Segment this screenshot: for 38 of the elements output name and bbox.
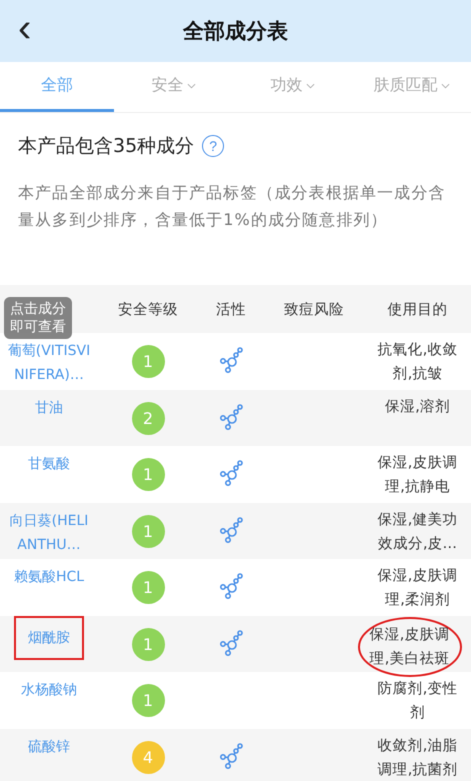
ingredient-link[interactable]: 烟酰胺 — [16, 618, 82, 658]
filter-tab[interactable]: 功效 — [233, 62, 352, 112]
ingredient-note: 本产品全部成分来自于产品标签（成分表根据单一成分含量从多到少排序，含量低于1%的成分随意排列） — [18, 182, 446, 231]
filter-tab[interactable]: 安全 — [114, 62, 233, 112]
safety-level-dot: 4 — [132, 740, 164, 774]
page-title: 全部成分表 — [183, 18, 288, 45]
hint-tooltip: 点击成分即可查看 — [4, 297, 72, 339]
ingredient-count: 本产品包含35种成分 — [18, 134, 194, 159]
usage-purpose: 保湿,健美功效成分,皮… — [376, 510, 458, 554]
safety-level-dot: 1 — [132, 458, 164, 491]
column-header: 致痘风险 — [284, 300, 344, 318]
safety-level-dot: 1 — [132, 628, 164, 660]
safety-level-dot: 2 — [132, 402, 164, 434]
ingredient-link[interactable]: 赖氨酸HCL — [8, 565, 90, 589]
ingredient-link[interactable]: 甘氨酸 — [22, 452, 76, 476]
column-header: 活性 — [216, 300, 246, 318]
usage-purpose: 抗氧化,收敛剂,抗皱 — [376, 341, 458, 384]
ingredient-link[interactable]: 水杨酸钠 — [15, 678, 83, 702]
usage-purpose: 保湿,皮肤调理,抗静电 — [376, 454, 458, 497]
usage-purpose: 保湿,皮肤调理,美白祛斑 — [358, 616, 462, 676]
safety-level-dot: 1 — [132, 345, 164, 378]
ingredient-link[interactable]: 硫酸锌 — [22, 734, 76, 758]
filter-tab[interactable]: 肤质匹配 — [352, 62, 471, 112]
safety-level-dot: 1 — [132, 571, 164, 604]
usage-purpose: 保湿,皮肤调理,柔润剂 — [376, 567, 458, 610]
help-button[interactable]: ? — [202, 135, 224, 157]
ingredient-link[interactable]: 向日葵(HELIANTHU… — [0, 508, 98, 556]
usage-purpose: 保湿,溶剂 — [384, 398, 451, 416]
ingredient-link[interactable]: 葡萄(VITISVINIFERA)… — [0, 339, 98, 387]
column-header: 使用目的 — [388, 300, 448, 318]
safety-level-dot: 1 — [132, 684, 164, 717]
ingredient-link[interactable]: 甘油 — [29, 396, 69, 420]
filter-tab[interactable]: 全部 — [0, 62, 114, 112]
usage-purpose: 收敛剂,油脂调理,抗菌剂 — [376, 736, 458, 780]
usage-purpose: 防腐剂,变性剂 — [376, 680, 458, 723]
column-header: 安全等级 — [118, 300, 178, 318]
safety-level-dot: 1 — [132, 514, 164, 548]
back-button[interactable]: ‹ — [14, 8, 36, 48]
